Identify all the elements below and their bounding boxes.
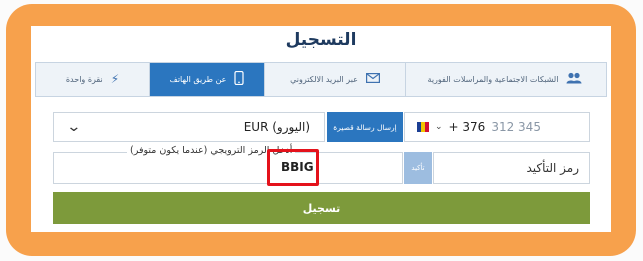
currency-select[interactable]: ⌄ EUR (اليورو) (53, 112, 325, 142)
chevron-down-icon[interactable]: ⌄ (435, 122, 443, 132)
phone-placeholder: 312 345 (491, 120, 541, 134)
page-title: التسجيل (285, 30, 357, 50)
confirmation-code-input[interactable]: رمز التأكيد (433, 152, 590, 184)
chevron-down-icon: ⌄ (66, 119, 82, 135)
lightning-icon: ⚡ (110, 72, 120, 86)
tab-label: الشبكات الاجتماعية والمراسلات الفورية (427, 74, 559, 84)
andorra-flag-icon (417, 122, 429, 132)
phone-icon (234, 70, 245, 89)
tab-email[interactable]: عبر البريد الالكتروني (264, 63, 405, 96)
registration-card: التسجيل نقرة واحدة ⚡ عن طريق الهاتف عبر … (31, 26, 611, 232)
tab-social[interactable]: الشبكات الاجتماعية والمراسلات الفورية (405, 63, 606, 96)
confirm-button[interactable]: تأكيد (404, 152, 432, 184)
promo-highlight-box (267, 149, 319, 186)
screenshot-frame: التسجيل نقرة واحدة ⚡ عن طريق الهاتف عبر … (0, 0, 643, 261)
registration-tabs: نقرة واحدة ⚡ عن طريق الهاتف عبر البريد ا… (35, 62, 607, 97)
tab-label: نقرة واحدة (65, 74, 103, 84)
register-button[interactable]: تسجيل (53, 192, 590, 224)
envelope-icon (365, 72, 380, 87)
phone-country-code: + 376 (448, 120, 486, 134)
currency-value: EUR (اليورو) (243, 120, 310, 134)
tab-one-click[interactable]: نقرة واحدة ⚡ (36, 63, 149, 96)
confirmation-code-placeholder: رمز التأكيد (526, 161, 579, 175)
promo-code-input[interactable] (53, 152, 403, 184)
tab-label: عبر البريد الالكتروني (290, 74, 358, 84)
tab-phone[interactable]: عن طريق الهاتف (149, 63, 264, 96)
phone-number-input[interactable]: ⌄ + 376 312 345 (404, 112, 590, 142)
tab-label: عن طريق الهاتف (169, 74, 227, 84)
users-icon (566, 72, 582, 88)
send-sms-button[interactable]: إرسال رسالة قصيرة (327, 112, 403, 142)
